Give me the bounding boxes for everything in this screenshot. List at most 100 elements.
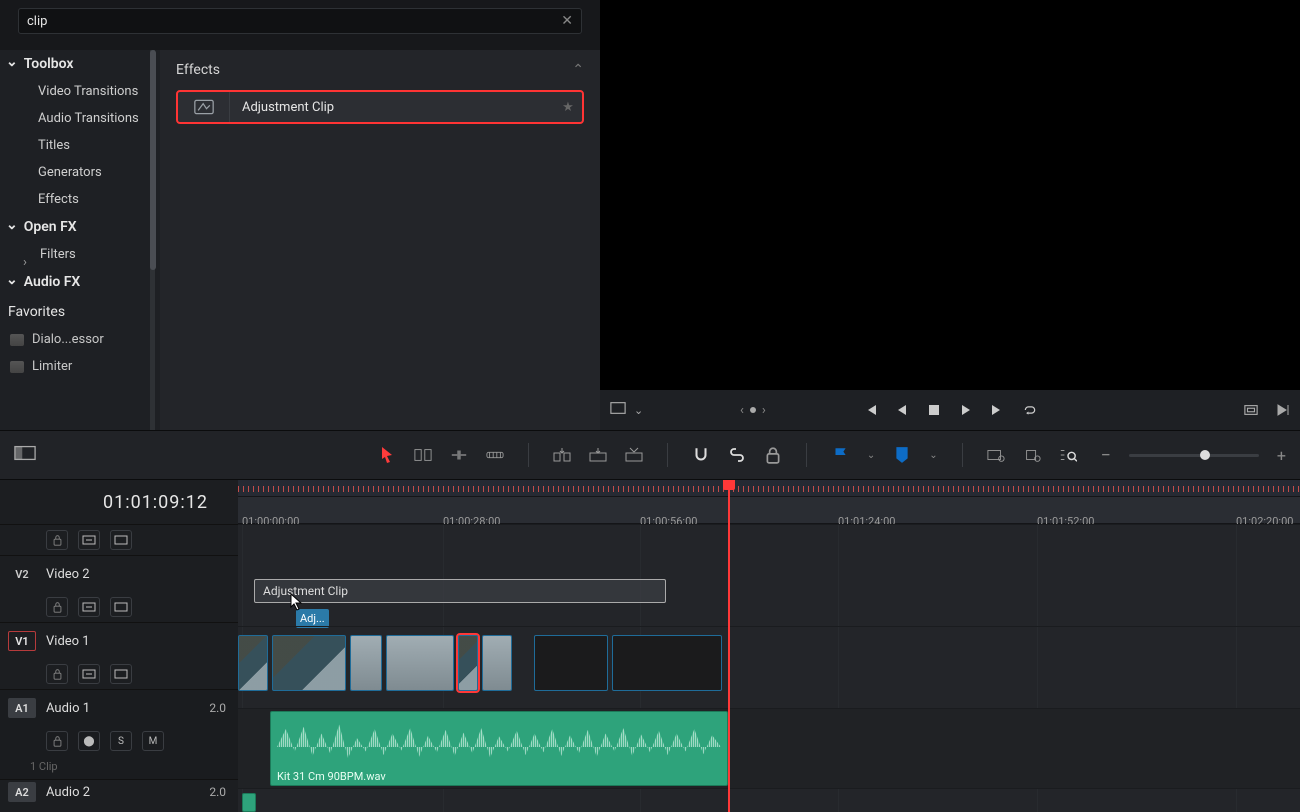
video-clip[interactable] — [612, 635, 722, 691]
clip-thumbnail-icon — [387, 636, 453, 690]
timeline-ruler[interactable]: 01:00:00:0001:00:28:0001:00:56:0001:01:2… — [238, 480, 1300, 524]
lock-icon[interactable] — [764, 446, 782, 464]
zoom-in-icon[interactable]: + — [1277, 446, 1286, 465]
category-audiofx[interactable]: Audio FX — [0, 268, 160, 296]
collapse-panel-icon[interactable] — [572, 62, 584, 78]
track-lane-a1[interactable]: Kit 31 Cm 90BPM.wav — [238, 708, 1300, 788]
video-clip[interactable] — [272, 635, 346, 691]
video-clip[interactable] — [386, 635, 454, 691]
mute-button[interactable]: M — [142, 731, 164, 751]
toggle-video-icon[interactable] — [110, 530, 132, 550]
video-clip[interactable] — [482, 635, 512, 691]
viewer-overlay-icon[interactable] — [610, 401, 626, 419]
audio-clip[interactable]: Kit 31 Cm 90BPM.wav — [270, 711, 728, 786]
track-lane-v2[interactable]: Adjustment Clip Adj... — [238, 524, 1300, 626]
zoom-slider-knob[interactable] — [1200, 450, 1210, 460]
adjustment-clip-ghost[interactable]: Adjustment Clip — [254, 579, 666, 603]
category-label: Audio FX — [24, 274, 81, 290]
favorite-item-dialoessor[interactable]: Dialo...essor — [0, 326, 160, 353]
lock-track-icon[interactable] — [46, 664, 68, 684]
dynamic-trim-icon[interactable] — [450, 446, 468, 464]
flag-dropdown-icon[interactable]: ⌄ — [867, 450, 875, 461]
chevron-down-icon — [6, 219, 18, 235]
auto-select-icon[interactable] — [78, 530, 100, 550]
track-name-v1: Video 1 — [46, 634, 90, 649]
track-tag-v2[interactable]: V2 — [8, 564, 36, 584]
category-toolbox[interactable]: Toolbox — [0, 50, 160, 78]
timeline-tracks[interactable]: 01:00:00:0001:00:28:0001:00:56:0001:01:2… — [238, 480, 1300, 812]
match-frame-icon[interactable] — [1244, 403, 1258, 417]
sidebar-item-audio-transitions[interactable]: Audio Transitions — [0, 105, 160, 132]
prev-marker-icon[interactable]: ‹ — [740, 403, 744, 418]
video-clip[interactable] — [458, 635, 478, 691]
video-clip[interactable] — [534, 635, 608, 691]
track-tag-a2[interactable]: A2 — [8, 782, 36, 802]
favorite-item-limiter[interactable]: Limiter — [0, 353, 160, 380]
mouse-cursor-icon — [290, 593, 302, 611]
search-input[interactable] — [27, 14, 561, 29]
track-tag-a1[interactable]: A1 — [8, 698, 36, 718]
insert-clip-icon[interactable] — [553, 446, 571, 464]
marker-dropdown-icon[interactable]: ⌄ — [929, 450, 937, 461]
toggle-video-icon[interactable] — [110, 597, 132, 617]
chevron-down-icon — [6, 274, 18, 290]
playhead[interactable] — [728, 480, 730, 812]
solo-button[interactable]: S — [110, 731, 132, 751]
step-back-icon[interactable] — [895, 403, 909, 417]
toggle-video-icon[interactable] — [110, 664, 132, 684]
sidebar-item-video-transitions[interactable]: Video Transitions — [0, 78, 160, 105]
track-tag-v1[interactable]: V1 — [8, 631, 36, 651]
loop-icon[interactable] — [1023, 403, 1037, 417]
favorite-star-icon[interactable]: ★ — [554, 100, 582, 115]
zoom-slider[interactable] — [1129, 454, 1259, 457]
audio-clip-small[interactable] — [242, 793, 256, 812]
flag-icon[interactable] — [831, 446, 849, 464]
zoom-full-icon[interactable] — [987, 446, 1005, 464]
clear-search-icon[interactable]: ✕ — [561, 13, 573, 29]
linked-selection-icon[interactable] — [728, 446, 746, 464]
lock-track-icon[interactable] — [46, 597, 68, 617]
video-clip[interactable] — [350, 635, 382, 691]
effect-item-adjustment-clip[interactable]: Adjustment Clip ★ — [176, 90, 584, 124]
playhead-handle-icon[interactable] — [723, 480, 735, 490]
timeline-view-options-icon[interactable] — [14, 445, 36, 465]
blade-tool-icon[interactable] — [486, 446, 504, 464]
arm-record-icon[interactable]: ⬤ — [78, 731, 100, 751]
track-db-a1: 2.0 — [209, 701, 230, 715]
snapping-icon[interactable] — [692, 446, 710, 464]
overwrite-clip-icon[interactable] — [589, 446, 607, 464]
auto-select-icon[interactable] — [78, 597, 100, 617]
selection-tool-icon[interactable] — [378, 446, 396, 464]
timecode-display[interactable]: 01:01:09:12 — [0, 480, 238, 524]
go-end-icon[interactable] — [991, 403, 1005, 417]
category-openfx[interactable]: Open FX — [0, 213, 160, 241]
zoom-detail-icon[interactable] — [1023, 446, 1041, 464]
auto-select-icon[interactable] — [78, 664, 100, 684]
sidebar-item-titles[interactable]: Titles — [0, 132, 160, 159]
play-icon[interactable] — [959, 403, 973, 417]
marker-icon[interactable] — [893, 446, 911, 464]
sidebar-item-generators[interactable]: Generators — [0, 159, 160, 186]
sidebar-scrollbar[interactable] — [150, 50, 155, 430]
lock-track-icon[interactable] — [46, 530, 68, 550]
chevron-down-icon — [6, 56, 18, 72]
video-clip[interactable] — [238, 635, 268, 691]
zoom-out-icon[interactable]: − — [1101, 445, 1111, 466]
lock-track-icon[interactable] — [46, 731, 68, 751]
favorites-heading: Favorites — [0, 296, 160, 326]
replace-clip-icon[interactable] — [625, 446, 643, 464]
track-lane-v1[interactable] — [238, 626, 1300, 708]
viewer-overlay-dropdown-icon[interactable]: ⌄ — [634, 404, 643, 417]
zoom-custom-icon[interactable] — [1059, 446, 1077, 464]
search-bar[interactable]: ✕ — [18, 8, 582, 34]
clip-thumbnail-icon — [273, 636, 345, 690]
go-start-icon[interactable] — [863, 403, 877, 417]
next-marker-icon[interactable]: › — [762, 403, 766, 418]
sidebar-item-effects[interactable]: Effects — [0, 186, 160, 213]
sidebar-item-filters[interactable]: Filters — [0, 241, 160, 268]
trim-tool-icon[interactable] — [414, 446, 432, 464]
category-label: Toolbox — [24, 56, 74, 72]
stop-icon[interactable] — [927, 403, 941, 417]
track-lane-a2[interactable] — [238, 788, 1300, 812]
go-end-clip-icon[interactable] — [1276, 403, 1290, 417]
